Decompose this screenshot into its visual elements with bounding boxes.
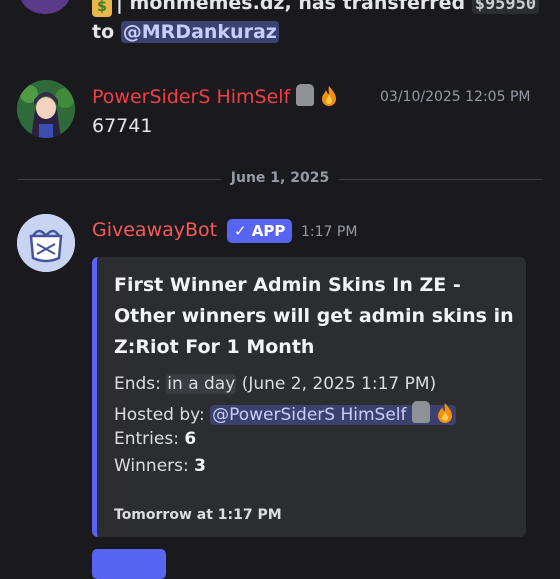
embed-field-hosted: Hosted by: @PowerSiderS HimSelf — [114, 401, 457, 425]
absolute-time: (June 2, 2025 1:17 PM) — [236, 374, 437, 394]
join-giveaway-button[interactable] — [92, 549, 166, 579]
username-text: PowerSiderS HimSelf — [92, 86, 291, 108]
fire-icon — [322, 86, 337, 106]
field-label: Hosted by: — [114, 405, 211, 425]
message-text-segment: to — [92, 21, 121, 43]
mention-text: @PowerSiderS HimSelf — [212, 405, 407, 425]
message-text-line2: to @MRDankuraz — [92, 21, 279, 43]
user-mention[interactable]: @PowerSiderS HimSelf — [210, 401, 457, 425]
winners-count: 3 — [194, 456, 206, 476]
embed-title: First Winner Admin Skins In ZE - Other w… — [114, 274, 514, 358]
message-text: $ | monmemes.dz, has transferred $95950 — [92, 0, 540, 17]
embed-footer: Tomorrow at 1:17 PM — [114, 507, 282, 523]
message-content: 67741 — [92, 115, 153, 137]
timestamp: 03/10/2025 12:05 PM — [380, 89, 531, 105]
embed-field-entries: Entries: 6 — [114, 429, 196, 449]
field-label: Ends: — [114, 374, 167, 394]
embed-field-ends: Ends: in a day (June 2, 2025 1:17 PM) — [114, 374, 436, 394]
user-mention[interactable]: @MRDankuraz — [120, 21, 279, 43]
date-divider: June 1, 2025 — [230, 170, 330, 186]
username[interactable]: GiveawayBot — [92, 219, 217, 241]
entries-count: 6 — [184, 429, 197, 449]
field-label: Entries: — [114, 429, 185, 449]
moai-icon — [296, 84, 315, 106]
divider-line — [18, 179, 221, 180]
relative-time: in a day — [166, 374, 237, 394]
fire-icon — [438, 403, 453, 423]
message-text-segment: | monmemes.dz, has transferred — [116, 0, 472, 14]
avatar[interactable] — [17, 80, 75, 138]
avatar[interactable] — [20, 0, 70, 14]
username[interactable]: PowerSiderS HimSelf — [92, 84, 338, 108]
app-badge: ✓ APP — [227, 219, 293, 243]
amount-code: $95950 — [471, 0, 540, 14]
avatar[interactable] — [17, 214, 75, 272]
moai-icon — [412, 401, 431, 423]
field-label: Winners: — [114, 456, 195, 476]
money-bag-icon: $ — [92, 0, 112, 17]
divider-line — [339, 179, 542, 180]
timestamp: 1:17 PM — [301, 224, 358, 240]
embed-field-winners: Winners: 3 — [114, 456, 206, 476]
